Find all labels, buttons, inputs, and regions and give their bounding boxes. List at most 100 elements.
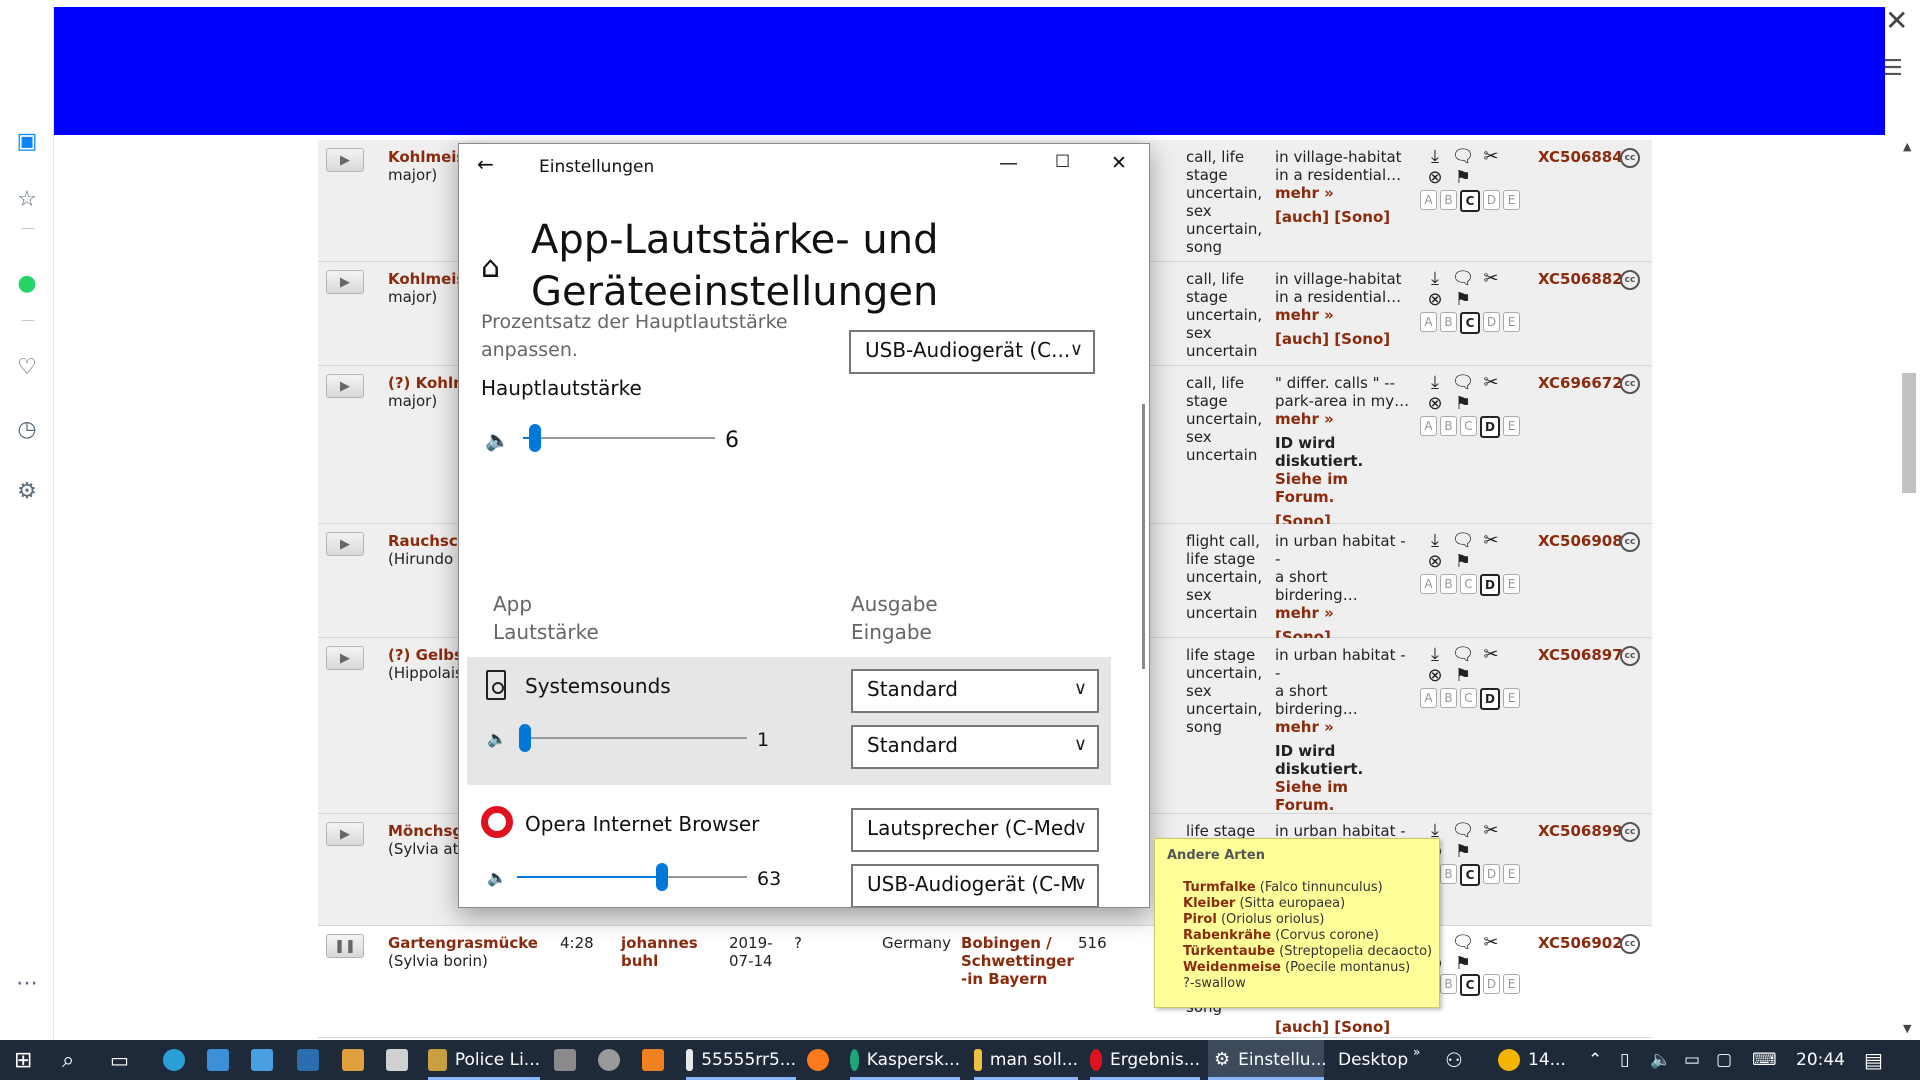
settings-gear-icon[interactable]: ⚙ — [14, 478, 40, 504]
play-button[interactable]: ▶ — [326, 532, 364, 556]
back-arrow-icon[interactable]: ← — [477, 152, 494, 176]
whatsapp-icon[interactable]: ● — [14, 270, 40, 296]
discuss-icon[interactable]: 🗨 — [1449, 932, 1477, 953]
tools-icon[interactable]: ✂ — [1477, 932, 1505, 953]
play-button[interactable]: ▶ — [326, 148, 364, 172]
opera-output-dropdown[interactable]: Lautsprecher (C-Med ∨ — [851, 808, 1099, 852]
app-icon[interactable] — [386, 1040, 416, 1080]
play-button[interactable]: ▶ — [326, 822, 364, 846]
slider-thumb[interactable] — [528, 424, 541, 452]
store-icon[interactable] — [207, 1040, 237, 1080]
rating-b[interactable]: B — [1440, 312, 1457, 332]
master-device-dropdown[interactable]: USB-Audiogerät (C... ∨ — [849, 330, 1095, 374]
download-icon[interactable]: ⤓ — [1421, 146, 1449, 167]
tools-icon[interactable]: ✂ — [1477, 820, 1505, 841]
discuss-icon[interactable]: 🗨 — [1449, 820, 1477, 841]
opera-volume-slider[interactable] — [517, 863, 747, 891]
notifications-icon[interactable]: ▤ — [1864, 1040, 1883, 1080]
catalog-number-link[interactable]: XC696672 — [1538, 374, 1623, 392]
rating-c[interactable]: C — [1460, 190, 1480, 212]
rating-b[interactable]: B — [1440, 190, 1457, 210]
catalog-number-link[interactable]: XC506882 — [1538, 270, 1623, 288]
catalog-number-link[interactable]: XC506902 — [1538, 934, 1623, 952]
minimize-icon[interactable]: — — [999, 152, 1018, 174]
discuss-icon[interactable]: 🗨 — [1449, 268, 1477, 289]
flag-icon[interactable]: ⚑ — [1449, 393, 1477, 414]
speed-dial-icon[interactable]: ▣ — [14, 128, 40, 154]
flag-icon[interactable]: ⚑ — [1449, 167, 1477, 188]
weather-widget[interactable]: 14... — [1498, 1040, 1566, 1080]
flag-icon[interactable]: ⚑ — [1449, 953, 1477, 974]
more-link[interactable]: mehr » — [1275, 410, 1410, 428]
rating-d[interactable]: D — [1480, 416, 1500, 438]
volume-icon[interactable]: 🔈 — [1650, 1040, 1671, 1080]
rating-e[interactable]: E — [1503, 864, 1520, 884]
master-volume-slider[interactable] — [523, 424, 715, 452]
flag-icon[interactable]: ⚑ — [1449, 665, 1477, 686]
keyboard-icon[interactable]: ⌨ — [1752, 1040, 1777, 1080]
slider-thumb[interactable] — [519, 724, 532, 752]
rating-d[interactable]: D — [1483, 864, 1500, 884]
rating-b[interactable]: B — [1440, 416, 1457, 436]
cc-license-icon[interactable]: cc — [1620, 934, 1640, 954]
rating-c[interactable]: C — [1460, 688, 1477, 708]
app-icon[interactable] — [342, 1040, 372, 1080]
flag-icon[interactable]: ⚑ — [1449, 289, 1477, 310]
rating-c[interactable]: C — [1460, 312, 1480, 334]
delete-icon[interactable]: ⊗ — [1421, 289, 1449, 310]
flag-icon[interactable]: ⚑ — [1449, 551, 1477, 572]
rating-e[interactable]: E — [1503, 688, 1520, 708]
home-icon[interactable]: ⌂ — [481, 250, 500, 285]
close-icon[interactable]: ✕ — [1111, 152, 1127, 174]
rating-d[interactable]: D — [1483, 312, 1500, 332]
app-icon[interactable] — [297, 1040, 327, 1080]
recordist-cell[interactable]: johannes buhl — [621, 934, 698, 970]
taskbar-item-man-soll[interactable]: man soll... — [974, 1040, 1078, 1080]
clapper-icon[interactable] — [554, 1040, 584, 1080]
mail-icon[interactable] — [251, 1040, 281, 1080]
system-output-dropdown[interactable]: Standard ∨ — [851, 669, 1099, 713]
species-common-name[interactable]: Rauchsch — [388, 532, 468, 550]
rating-e[interactable]: E — [1503, 190, 1520, 210]
taskbar-item-einstellungen[interactable]: ⚙ Einstellu... — [1208, 1040, 1327, 1080]
chevron-up-icon[interactable]: ⌃ — [1588, 1040, 1602, 1080]
history-clock-icon[interactable]: ◷ — [14, 416, 40, 442]
windows-start-icon[interactable]: ⊞ — [14, 1040, 32, 1080]
battery-icon[interactable]: ▭ — [1684, 1040, 1700, 1080]
species-common-name[interactable]: Kohlmeis — [388, 148, 465, 166]
speaker-icon[interactable]: 🔈 — [487, 868, 507, 887]
flag-icon[interactable]: ⚑ — [1449, 841, 1477, 862]
scroll-up-icon[interactable]: ▲ — [1903, 140, 1911, 153]
taskbar-item-kaspersky[interactable]: Kaspersk... — [850, 1040, 960, 1080]
rating-b[interactable]: B — [1440, 864, 1457, 884]
desktop-toolbar[interactable]: Desktop — [1338, 1040, 1408, 1080]
rating-c[interactable]: C — [1460, 974, 1480, 996]
location-cell[interactable]: Bobingen / Schwettinger -in Bayern — [961, 934, 1074, 988]
play-button[interactable]: ▶ — [326, 374, 364, 398]
slider-thumb[interactable] — [655, 863, 668, 891]
more-link[interactable]: mehr » — [1275, 306, 1410, 324]
page-scrollbar[interactable]: ▲ ▼ — [1898, 138, 1920, 1038]
rating-c[interactable]: C — [1460, 574, 1477, 594]
more-link[interactable]: mehr » — [1275, 604, 1410, 622]
rating-e[interactable]: E — [1503, 416, 1520, 436]
chevron-right-icon[interactable]: » — [1413, 1032, 1420, 1072]
play-button[interactable]: ▶ — [326, 646, 364, 670]
close-icon[interactable]: ✕ — [1885, 4, 1908, 37]
tools-icon[interactable]: ✂ — [1477, 146, 1505, 167]
tools-icon[interactable]: ✂ — [1477, 530, 1505, 551]
more-link[interactable]: mehr » — [1275, 718, 1410, 736]
settings-scrollbar[interactable] — [1142, 404, 1145, 669]
rating-d[interactable]: D — [1483, 974, 1500, 994]
rating-c[interactable]: C — [1460, 864, 1480, 886]
catalog-number-link[interactable]: XC506899 — [1538, 822, 1623, 840]
scrollbar-thumb[interactable] — [1902, 373, 1916, 493]
speaker-icon[interactable]: 🔈 — [487, 729, 507, 748]
task-view-icon[interactable]: ▭ — [110, 1040, 129, 1080]
tools-icon[interactable]: ✂ — [1477, 372, 1505, 393]
download-icon[interactable]: ⤓ — [1421, 530, 1449, 551]
more-link[interactable]: mehr » — [1275, 184, 1410, 202]
network-icon[interactable]: ▢ — [1716, 1040, 1732, 1080]
catalog-number-link[interactable]: XC506897 — [1538, 646, 1623, 664]
rating-d[interactable]: D — [1480, 688, 1500, 710]
